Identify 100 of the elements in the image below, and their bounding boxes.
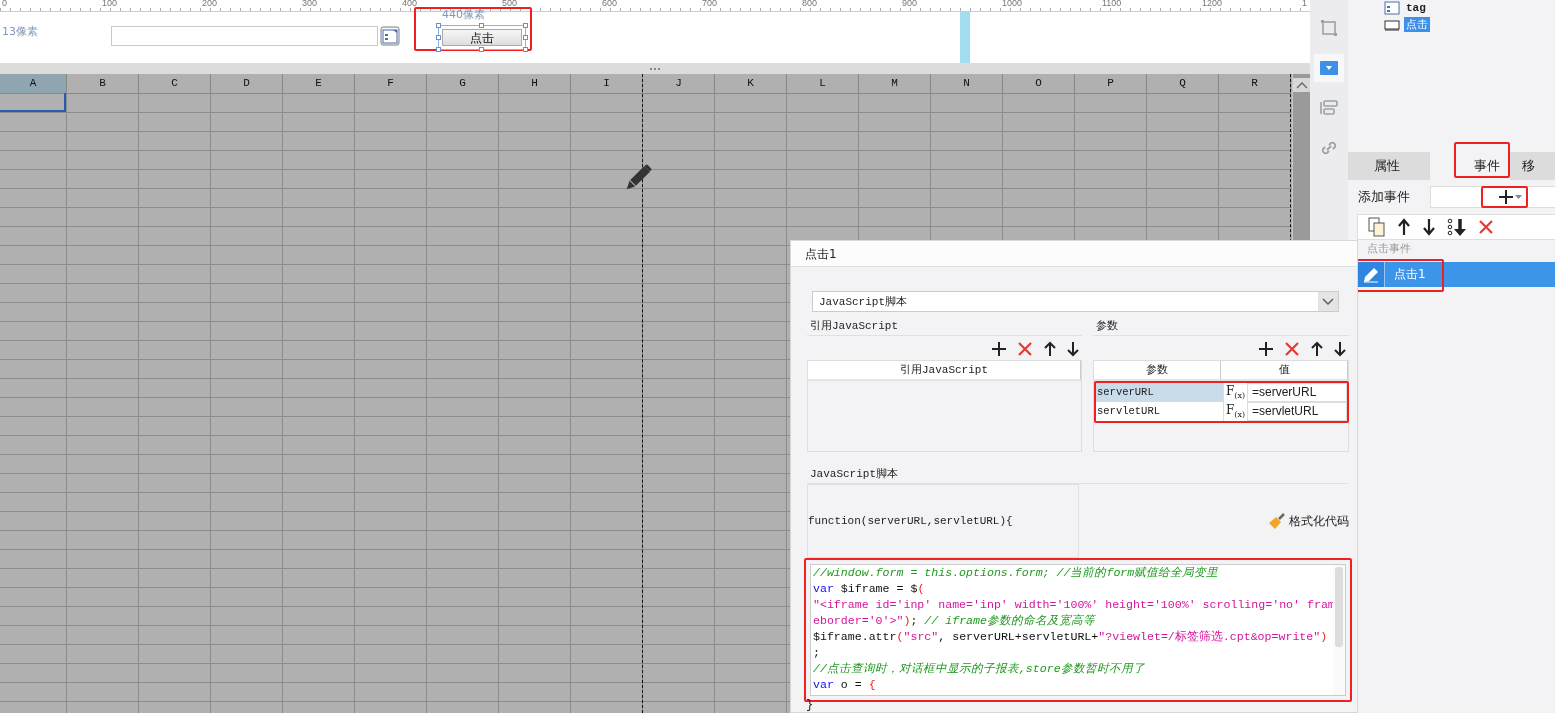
value-field[interactable]: =serverURL bbox=[1247, 383, 1347, 402]
ruler-label: 500 bbox=[502, 0, 518, 8]
plus-icon bbox=[1499, 190, 1513, 204]
ruler-label: 1000 bbox=[1002, 0, 1023, 8]
formula-button[interactable]: F$_{(x)}$ bbox=[1223, 402, 1247, 421]
value-field[interactable]: =servletURL bbox=[1247, 402, 1347, 421]
column-header[interactable]: B bbox=[67, 74, 139, 94]
broom-icon bbox=[1268, 512, 1286, 530]
delete-icon[interactable] bbox=[1017, 341, 1033, 357]
add-button[interactable] bbox=[1481, 186, 1528, 208]
column-header[interactable]: J bbox=[643, 74, 715, 94]
ruler-label: 600 bbox=[602, 0, 618, 8]
column-header[interactable]: G bbox=[427, 74, 499, 94]
resize-handle[interactable] bbox=[523, 23, 528, 28]
type-dropdown[interactable]: JavaScript脚本 bbox=[812, 291, 1339, 312]
delete-icon[interactable] bbox=[1284, 341, 1300, 357]
formula-button[interactable]: F$_{(x)}$ bbox=[1223, 383, 1247, 402]
event-type-field[interactable] bbox=[1430, 186, 1555, 208]
move-to-bottom-icon[interactable] bbox=[1447, 218, 1467, 236]
ruler-label: 0 bbox=[2, 0, 7, 8]
arrow-up-icon[interactable] bbox=[1044, 341, 1056, 357]
column-header[interactable]: E bbox=[283, 74, 355, 94]
code-line: //window.form = this.options.form; //当前的form赋值给全局变里 bbox=[813, 565, 1220, 581]
column-header[interactable]: Q bbox=[1147, 74, 1219, 94]
tab[interactable]: 移 bbox=[1510, 152, 1555, 180]
tab[interactable]: 属性 bbox=[1348, 152, 1430, 180]
event-group-label: 点击事件 bbox=[1366, 241, 1412, 257]
code-line: $iframe.attr("src", serverURL+servletURL+"?viewlet=/标签筛选.cpt&op=write") bbox=[813, 629, 1329, 645]
column-header: 参数 bbox=[1094, 361, 1221, 381]
text-field[interactable] bbox=[111, 26, 378, 46]
table-cell[interactable]: serverURL bbox=[1096, 383, 1223, 402]
arrow-down-icon[interactable] bbox=[1334, 341, 1346, 357]
column-header[interactable]: A bbox=[0, 74, 67, 94]
resize-handle[interactable] bbox=[436, 47, 441, 52]
resize-handle[interactable] bbox=[523, 47, 528, 52]
delete-icon[interactable] bbox=[1478, 219, 1494, 235]
column-header: 值 bbox=[1221, 361, 1348, 381]
ruler-label: 700 bbox=[702, 0, 718, 8]
frame-icon bbox=[1319, 18, 1339, 38]
scrollbar[interactable] bbox=[1333, 565, 1345, 695]
column-header[interactable]: C bbox=[139, 74, 211, 94]
column-header[interactable]: F bbox=[355, 74, 427, 94]
code-line: ; bbox=[813, 645, 821, 661]
scroll-up-icon[interactable] bbox=[1292, 78, 1310, 92]
pencil-icon bbox=[1362, 266, 1379, 283]
chevron-down-icon bbox=[1322, 297, 1334, 306]
column-header[interactable]: K bbox=[715, 74, 787, 94]
code-line: var $iframe = $( bbox=[813, 581, 926, 597]
arrow-down-icon[interactable] bbox=[1067, 341, 1079, 357]
toolbar-button[interactable] bbox=[1314, 54, 1344, 82]
cell-selection[interactable] bbox=[0, 93, 66, 112]
resize-handle[interactable] bbox=[436, 35, 441, 40]
arrow-down-icon[interactable] bbox=[1422, 218, 1436, 236]
column-header[interactable]: L bbox=[787, 74, 859, 94]
canvas-button[interactable]: 点击 bbox=[442, 29, 522, 46]
tree-item[interactable]: tag bbox=[1404, 1, 1428, 14]
arrow-up-icon[interactable] bbox=[1397, 218, 1411, 236]
code-line: //点击查询时，对话框中显示的子报表,store参数暂时不用了 bbox=[813, 661, 1146, 677]
ruler-label: 1100 bbox=[1102, 0, 1122, 8]
size-label: 440像素 bbox=[442, 9, 485, 21]
ruler-label: 800 bbox=[802, 0, 818, 8]
ruler-label: 400 bbox=[402, 0, 418, 8]
code-line: } bbox=[805, 698, 815, 712]
ruler-label: 100 bbox=[102, 0, 118, 8]
code-line: function(serverURL,servletURL){ bbox=[808, 515, 1013, 527]
resize-handle[interactable] bbox=[479, 23, 484, 28]
size-label: 13像素 bbox=[2, 24, 38, 39]
column-header[interactable]: O bbox=[1003, 74, 1075, 94]
add-icon[interactable] bbox=[1259, 342, 1273, 356]
column-header[interactable]: M bbox=[859, 74, 931, 94]
column-header[interactable]: D bbox=[211, 74, 283, 94]
section-title: JavaScript脚本 bbox=[809, 468, 898, 480]
ruler-label: 200 bbox=[202, 0, 218, 8]
add-event-label: 添加事件 bbox=[1358, 188, 1411, 206]
table-cell[interactable]: servletURL bbox=[1096, 402, 1223, 421]
resize-handle[interactable] bbox=[436, 23, 441, 28]
copy-icon[interactable] bbox=[1368, 217, 1386, 237]
column-header[interactable]: R bbox=[1219, 74, 1291, 94]
dialog-title: 点击1 bbox=[791, 241, 1357, 267]
ruler-label: 1200 bbox=[1202, 0, 1223, 8]
dropdown-icon bbox=[1319, 58, 1339, 78]
arrow-up-icon[interactable] bbox=[1311, 341, 1323, 357]
column-header[interactable]: N bbox=[931, 74, 1003, 94]
ruler-label: 300 bbox=[302, 0, 318, 8]
resize-handle[interactable] bbox=[479, 47, 484, 52]
layout-icon bbox=[1319, 98, 1339, 118]
column-header[interactable]: P bbox=[1075, 74, 1147, 94]
format-code-button[interactable]: 格式化代码 bbox=[1268, 512, 1349, 530]
column-header[interactable]: I bbox=[571, 74, 643, 94]
ruler-label: 1 bbox=[1302, 0, 1307, 8]
caret-icon bbox=[1515, 194, 1522, 200]
section-title: 参数 bbox=[1095, 320, 1118, 332]
add-icon[interactable] bbox=[992, 342, 1006, 356]
code-line: var o = { bbox=[813, 677, 877, 693]
column-header[interactable]: H bbox=[499, 74, 571, 94]
resize-handle[interactable] bbox=[523, 35, 528, 40]
column-header: 引用JavaScript bbox=[808, 361, 1081, 381]
ruler-label: 900 bbox=[902, 0, 918, 8]
section-title: 引用JavaScript bbox=[809, 320, 898, 332]
date-picker-icon[interactable] bbox=[380, 26, 400, 46]
